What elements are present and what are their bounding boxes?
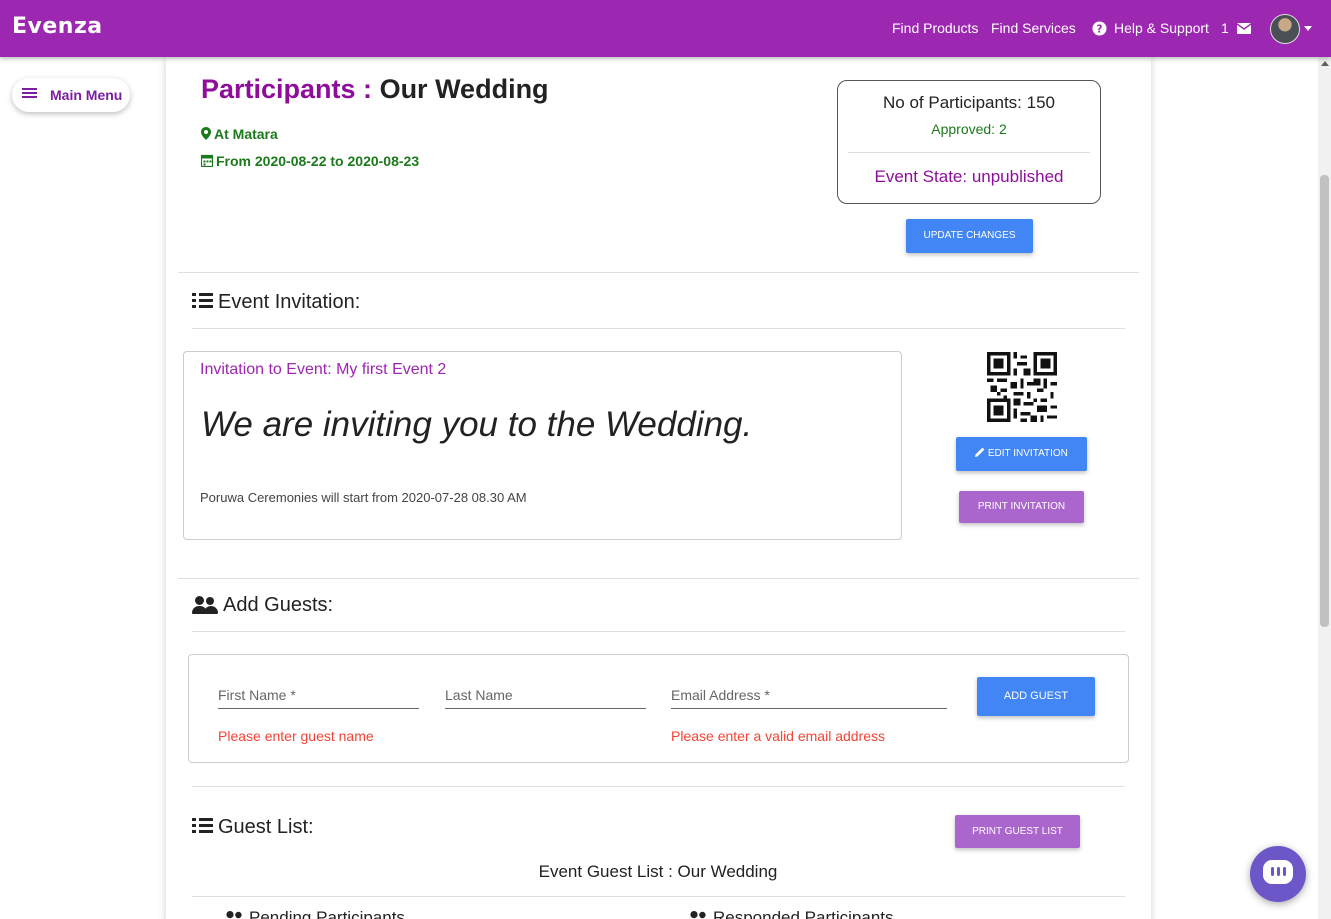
edit-invitation-label: Edit Invitation bbox=[987, 448, 1068, 459]
event-state: Event State: unpublished bbox=[874, 167, 1064, 186]
section-title-guest-list: Guest List: bbox=[218, 816, 314, 838]
svg-text:?: ? bbox=[1097, 23, 1103, 35]
first-name-error: Please enter guest name bbox=[218, 728, 374, 744]
help-icon[interactable]: ? bbox=[1092, 21, 1107, 36]
pencil-icon bbox=[975, 447, 985, 457]
first-name-placeholder: First Name * bbox=[218, 687, 296, 703]
email-placeholder: Email Address * bbox=[671, 687, 770, 703]
nav-find-services[interactable]: Find Services bbox=[991, 20, 1076, 36]
divider bbox=[178, 272, 1139, 273]
first-name-field[interactable]: First Name * bbox=[218, 685, 419, 709]
chevron-down-icon[interactable] bbox=[1304, 26, 1312, 31]
event-dates-text: From 2020-08-22 to 2020-08-23 bbox=[216, 153, 420, 169]
print-invitation-button[interactable]: Print Invitation bbox=[959, 491, 1084, 523]
print-guest-list-button[interactable]: Print Guest List bbox=[955, 815, 1080, 848]
last-name-field[interactable]: Last Name bbox=[445, 685, 646, 709]
invitation-heading: We are inviting you to the Wedding. bbox=[201, 405, 753, 444]
guest-list-title: Event Guest List : Our Wedding bbox=[538, 862, 778, 881]
update-changes-button[interactable]: Update Changes bbox=[906, 219, 1033, 253]
invitation-preview bbox=[183, 351, 902, 540]
users-icon bbox=[192, 596, 218, 614]
divider bbox=[192, 631, 1125, 632]
page-title-prefix: Participants : bbox=[201, 74, 373, 104]
section-title-invitation: Event Invitation: bbox=[218, 291, 361, 313]
main-menu-label: Main Menu bbox=[50, 87, 123, 103]
pending-participants-heading: Pending Participants bbox=[249, 908, 405, 919]
section-title-add-guests: Add Guests: bbox=[223, 594, 334, 616]
list-icon bbox=[192, 293, 213, 309]
edit-invitation-button[interactable]: Edit Invitation bbox=[956, 437, 1087, 471]
list-icon bbox=[192, 818, 213, 834]
event-name: Our Wedding bbox=[379, 74, 549, 104]
divider bbox=[848, 152, 1090, 153]
notification-count[interactable]: 1 bbox=[1221, 20, 1229, 36]
invitation-title: Invitation to Event: My first Event 2 bbox=[200, 361, 447, 378]
scroll-up-arrow-icon[interactable] bbox=[1321, 61, 1329, 66]
users-icon bbox=[688, 911, 709, 919]
event-location: At Matara bbox=[201, 126, 278, 142]
email-field[interactable]: Email Address * bbox=[671, 685, 947, 709]
divider bbox=[192, 328, 1125, 329]
nav-find-products[interactable]: Find Products bbox=[892, 20, 978, 36]
nav-help-support[interactable]: Help & Support bbox=[1114, 20, 1209, 36]
event-location-text: At Matara bbox=[214, 126, 278, 142]
qr-code-icon bbox=[987, 352, 1057, 422]
participants-count: No of Participants: 150 bbox=[883, 93, 1055, 112]
users-icon bbox=[224, 911, 245, 919]
brand-logo[interactable]: Evenza bbox=[12, 14, 103, 39]
add-guest-button[interactable]: Add Guest bbox=[977, 677, 1095, 716]
last-name-placeholder: Last Name bbox=[445, 687, 513, 703]
divider bbox=[192, 786, 1125, 787]
page-title: Participants : Our Wedding bbox=[201, 74, 549, 105]
user-avatar[interactable] bbox=[1270, 14, 1300, 44]
event-dates: From 2020-08-22 to 2020-08-23 bbox=[200, 153, 420, 169]
chat-widget-button[interactable] bbox=[1250, 846, 1306, 902]
main-menu-button[interactable]: Main Menu bbox=[12, 78, 130, 112]
divider bbox=[178, 578, 1139, 579]
map-marker-icon bbox=[201, 127, 211, 140]
chat-icon bbox=[1263, 860, 1293, 884]
envelope-icon[interactable] bbox=[1237, 23, 1251, 34]
scrollbar-thumb[interactable] bbox=[1320, 175, 1329, 627]
invitation-body: Poruwa Ceremonies will start from 2020-0… bbox=[200, 490, 527, 505]
responded-participants-heading: Responded Participants bbox=[713, 908, 894, 919]
calendar-icon bbox=[200, 154, 214, 168]
participants-summary: No of Participants: 150 Approved: 2 Even… bbox=[837, 80, 1101, 204]
email-error: Please enter a valid email address bbox=[671, 728, 886, 744]
menu-icon bbox=[22, 88, 37, 100]
approved-count: Approved: 2 bbox=[931, 121, 1007, 137]
divider bbox=[192, 896, 1125, 897]
top-navbar: Evenza Find Products Find Services ? Hel… bbox=[0, 0, 1331, 57]
